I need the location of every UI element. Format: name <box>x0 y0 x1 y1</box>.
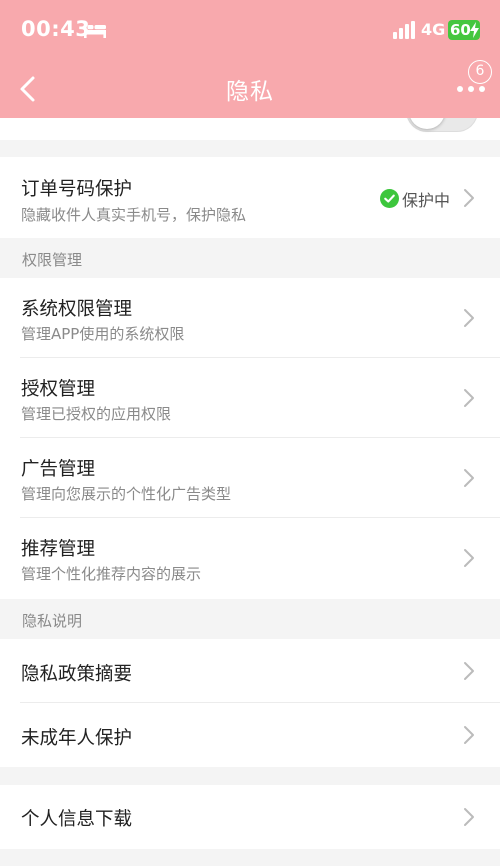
check-circle-icon <box>380 189 399 208</box>
section-header-privacy-info: 隐私说明 <box>0 599 500 639</box>
section-header-permissions: 权限管理 <box>0 238 500 278</box>
row-title: 未成年人保护 <box>21 728 133 749</box>
ads-management-row[interactable]: 广告管理 管理向您展示的个性化广告类型 <box>0 438 500 518</box>
row-title: 个人信息下载 <box>21 809 133 830</box>
row-title: 隐私政策摘要 <box>21 664 133 685</box>
section-label: 权限管理 <box>22 251 83 269</box>
section-label: 隐私说明 <box>22 612 83 630</box>
chevron-right-icon <box>464 726 474 744</box>
page-title: 隐私 <box>226 79 274 105</box>
signal-icon <box>393 21 415 39</box>
privacy-policy-summary-row[interactable]: 隐私政策摘要 <box>0 639 500 703</box>
recommendation-row[interactable]: 推荐管理 管理个性化推荐内容的展示 <box>0 518 500 599</box>
chevron-right-icon <box>464 808 474 826</box>
network-type: 4G <box>421 20 446 39</box>
minor-protection-row[interactable]: 未成年人保护 <box>0 703 500 767</box>
nav-header: 00:43 4G 60 隐私 6 <box>0 0 500 118</box>
row-subtitle: 管理个性化推荐内容的展示 <box>21 565 202 583</box>
status-time: 00:43 <box>21 17 91 41</box>
authorization-row[interactable]: 授权管理 管理已授权的应用权限 <box>0 358 500 438</box>
row-subtitle: 管理向您展示的个性化广告类型 <box>21 485 232 503</box>
chevron-right-icon <box>464 469 474 487</box>
order-number-protect-row[interactable]: 订单号码保护 隐藏收件人真实手机号，保护隐私 保护中 <box>0 157 500 238</box>
order-protect-subtitle: 隐藏收件人真实手机号，保护隐私 <box>21 206 247 224</box>
chevron-right-icon <box>464 309 474 327</box>
row-title: 推荐管理 <box>21 539 96 560</box>
bed-icon <box>84 22 106 38</box>
charging-bolt-icon <box>470 22 479 38</box>
system-permissions-row[interactable]: 系统权限管理 管理APP使用的系统权限 <box>0 278 500 358</box>
battery-level: 60 <box>450 21 471 39</box>
message-count-badge: 6 <box>468 60 492 84</box>
row-subtitle: 管理APP使用的系统权限 <box>21 325 185 343</box>
chevron-right-icon <box>464 389 474 407</box>
chevron-right-icon <box>464 549 474 567</box>
order-protect-title: 订单号码保护 <box>21 179 133 200</box>
battery-indicator: 60 <box>448 20 480 40</box>
row-title: 广告管理 <box>21 459 96 480</box>
status-bar: 00:43 4G 60 <box>0 0 500 60</box>
row-title: 授权管理 <box>21 379 96 400</box>
chevron-right-icon <box>464 189 474 207</box>
protect-status-text: 保护中 <box>402 191 451 210</box>
chevron-right-icon <box>464 662 474 680</box>
personal-info-download-row[interactable]: 个人信息下载 <box>0 785 500 849</box>
more-options-icon[interactable] <box>456 82 486 96</box>
row-title: 系统权限管理 <box>21 299 133 320</box>
privacy-screen: 订单号码保护 隐藏收件人真实手机号，保护隐私 保护中 权限管理 系统权限管理 管… <box>0 0 500 866</box>
row-subtitle: 管理已授权的应用权限 <box>21 405 172 423</box>
